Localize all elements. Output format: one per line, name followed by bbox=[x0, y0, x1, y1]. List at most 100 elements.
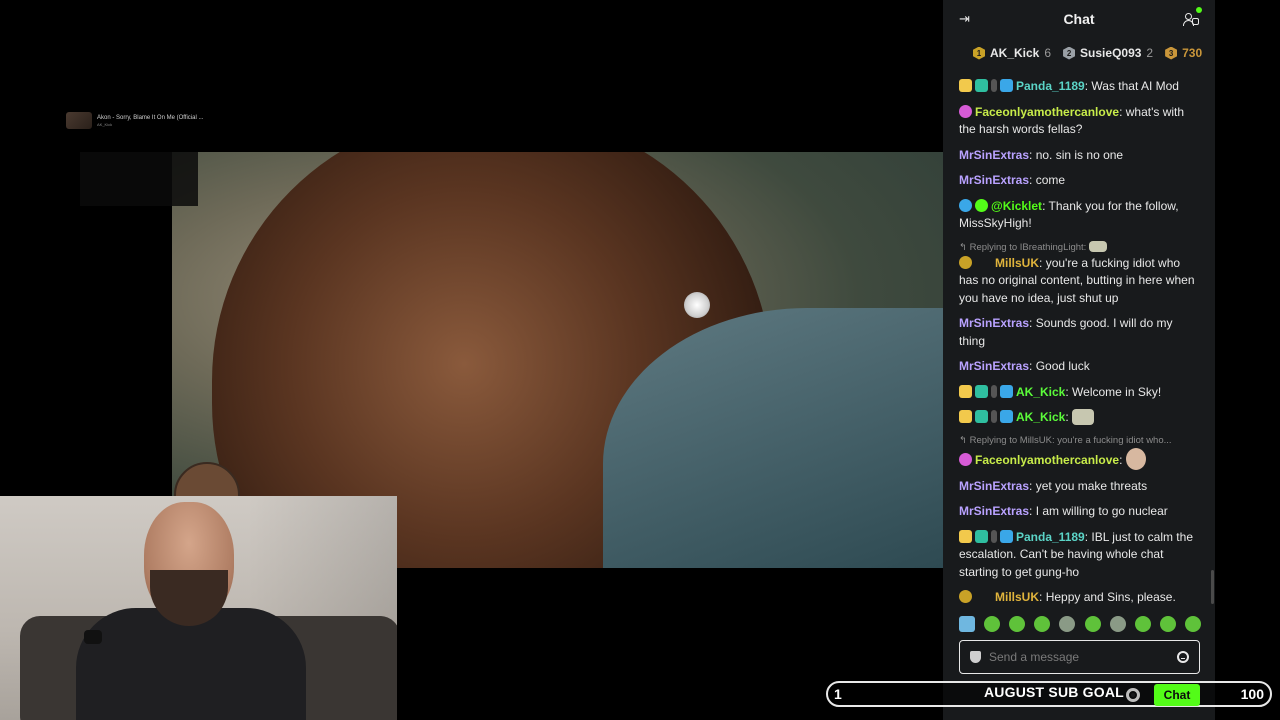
rank-badge-icon: 1 bbox=[973, 46, 985, 60]
chat-message: AK_Kick: Welcome in Sky! bbox=[959, 384, 1199, 402]
goal-title: AUGUST SUB GOAL bbox=[984, 684, 1124, 700]
sub-badge-icon bbox=[959, 104, 972, 118]
chat-username[interactable]: MrSinExtras bbox=[959, 173, 1029, 187]
bot-badge-icon bbox=[959, 198, 972, 212]
message-input[interactable] bbox=[989, 650, 1177, 664]
gifter-count: 6 bbox=[1044, 46, 1052, 60]
chat-username[interactable]: Faceonlyamothercanlove bbox=[975, 105, 1119, 119]
chat-text: I am willing to go nuclear bbox=[1035, 504, 1168, 518]
reply-emote-icon bbox=[1088, 240, 1107, 252]
emote-icon[interactable] bbox=[1059, 616, 1076, 632]
goal-current: 1 bbox=[834, 686, 842, 702]
kick-badge-icon bbox=[959, 410, 972, 423]
video-thumbnail bbox=[66, 112, 92, 129]
video-title-overlay: Akon - Sorry, Blame It On Me (Official .… bbox=[66, 112, 203, 129]
emote-icon[interactable] bbox=[1084, 616, 1101, 632]
chat-username[interactable]: AK_Kick bbox=[1016, 385, 1065, 399]
webcam-overlay bbox=[0, 496, 397, 720]
chat-username[interactable]: MrSinExtras bbox=[959, 148, 1029, 162]
chat-message: @Kicklet: Thank you for the follow, Miss… bbox=[959, 198, 1179, 230]
vip-badge-icon bbox=[975, 79, 988, 92]
shield-icon[interactable] bbox=[970, 651, 981, 663]
chat-username[interactable]: MrSinExtras bbox=[959, 316, 1029, 330]
chat-username[interactable]: MrSinExtras bbox=[959, 359, 1029, 373]
video-player[interactable]: Akon - Sorry, Blame It On Me (Official .… bbox=[0, 0, 943, 720]
chat-text: yet you make threats bbox=[1035, 478, 1148, 493]
emote-picker-icon[interactable] bbox=[1177, 651, 1189, 663]
chat-username[interactable]: Panda_1189 bbox=[1016, 79, 1085, 93]
kick-badge-icon bbox=[959, 384, 972, 398]
chat-panel: ⇥ Chat 1 AK_Kick 6 2 SusieQ093 2 3 730 P… bbox=[943, 0, 1215, 720]
chat-message: MrSinExtras: Sounds good. I will do my t… bbox=[959, 316, 1173, 348]
sub-badge-icon bbox=[991, 79, 997, 92]
chat-message: Faceonlyamothercanlove: what's with the … bbox=[959, 104, 1185, 136]
moderator-badge-icon bbox=[1000, 79, 1013, 92]
chat-username[interactable]: Panda_1189 bbox=[1016, 530, 1085, 544]
top-gifters-bar: 1 AK_Kick 6 2 SusieQ093 2 3 730 bbox=[943, 38, 1215, 68]
top-gifter[interactable]: 2 SusieQ093 2 bbox=[1063, 46, 1153, 60]
moderator-badge-icon bbox=[1000, 410, 1013, 423]
chat-username[interactable]: MillsUK bbox=[995, 256, 1039, 270]
chat-text: Heppy and Sins, please. bbox=[1045, 590, 1176, 604]
vip-badge-icon bbox=[975, 384, 988, 398]
emote-icon[interactable] bbox=[1134, 616, 1151, 632]
chat-users-icon[interactable] bbox=[1183, 7, 1202, 27]
emote-icon[interactable] bbox=[959, 616, 975, 632]
goal-target: 100 bbox=[1240, 686, 1264, 702]
emote-icon[interactable] bbox=[1009, 616, 1026, 632]
reply-context[interactable]: ↰ Replying to MillsUK: you're a fucking … bbox=[959, 435, 1199, 447]
collapse-chat-icon[interactable]: ⇥ bbox=[959, 12, 975, 26]
rank-one-badge-icon bbox=[959, 590, 972, 603]
chat-message: MrSinExtras: I am willing to go nuclear bbox=[959, 504, 1168, 518]
chat-text: Good luck bbox=[1035, 359, 1090, 373]
chat-scrollbar[interactable] bbox=[1211, 570, 1214, 604]
vip-badge-icon bbox=[975, 410, 988, 423]
chat-message: MrSinExtras: Good luck bbox=[959, 359, 1090, 373]
moderator-badge-icon bbox=[1000, 384, 1013, 398]
chat-message: Panda_1189: IBL just to calm the escalat… bbox=[959, 529, 1193, 579]
chat-message: MillsUK: you're a fucking idiot who has … bbox=[959, 255, 1195, 305]
emote-icon[interactable] bbox=[1159, 616, 1176, 632]
chat-message: Panda_1189: Was that AI Mod bbox=[959, 78, 1199, 96]
chat-username[interactable]: @Kicklet bbox=[991, 199, 1042, 213]
gifter-name: 730 bbox=[1182, 46, 1203, 60]
sub-badge-icon bbox=[991, 529, 997, 543]
chat-text: Was that AI Mod bbox=[1091, 79, 1179, 93]
video-channel: AK_Kick bbox=[97, 121, 113, 127]
sub-badge-icon bbox=[991, 410, 997, 423]
moderator-badge-icon bbox=[1000, 529, 1013, 543]
chat-message: AK_Kick: bbox=[959, 409, 1199, 427]
sub-badge-icon bbox=[991, 384, 997, 398]
reply-context[interactable]: ↰ Replying to IBreathingLight: bbox=[959, 240, 1199, 254]
vip-badge-icon bbox=[975, 529, 988, 543]
chat-input-box bbox=[959, 640, 1200, 674]
chat-message: Faceonlyamothercanlove: bbox=[959, 447, 1199, 470]
send-chat-button[interactable]: Chat bbox=[1154, 684, 1200, 706]
chat-text: come bbox=[1035, 173, 1066, 187]
chat-title: Chat bbox=[1063, 11, 1095, 27]
emote-icon bbox=[1125, 447, 1146, 470]
emote-icon bbox=[1072, 409, 1095, 425]
crown-badge-icon bbox=[959, 529, 972, 543]
emote-icon[interactable] bbox=[1184, 616, 1201, 632]
chat-username[interactable]: MrSinExtras bbox=[959, 504, 1029, 518]
chat-header: ⇥ Chat bbox=[943, 0, 1215, 38]
chat-username[interactable]: MrSinExtras bbox=[959, 479, 1029, 493]
chat-username[interactable]: Faceonlyamothercanlove bbox=[975, 453, 1119, 467]
chat-message: MrSinExtras: come bbox=[959, 173, 1066, 187]
quick-emote-bar bbox=[959, 614, 1201, 634]
emote-icon[interactable] bbox=[1109, 616, 1126, 632]
chat-text: no. sin is no one bbox=[1035, 147, 1124, 162]
emote-icon[interactable] bbox=[984, 616, 1001, 632]
chat-username[interactable]: MillsUK bbox=[995, 590, 1039, 604]
verified-badge-icon bbox=[975, 198, 988, 212]
chat-username[interactable]: AK_Kick bbox=[1016, 410, 1065, 424]
chat-message: MrSinExtras: yet you make threats bbox=[959, 478, 1148, 493]
rank-badge-icon: 3 bbox=[1165, 46, 1178, 60]
rank-one-badge-icon bbox=[959, 255, 972, 269]
top-gifter[interactable]: 3 730 bbox=[1165, 46, 1202, 60]
top-gifter[interactable]: 1 AK_Kick 6 bbox=[973, 46, 1051, 60]
chat-text: Welcome in Sky! bbox=[1072, 384, 1162, 399]
emote-icon[interactable] bbox=[1034, 616, 1051, 632]
gear-icon[interactable] bbox=[1126, 688, 1140, 702]
